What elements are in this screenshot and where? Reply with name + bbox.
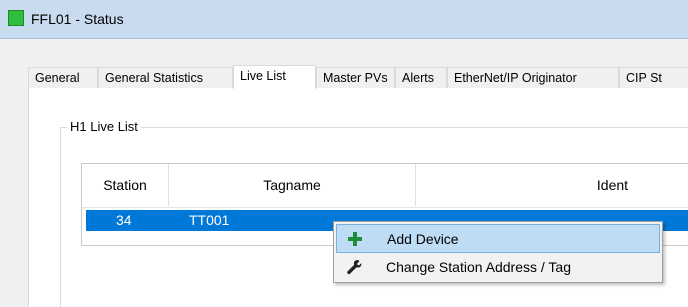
group-title: H1 Live List xyxy=(67,119,141,134)
header-divider xyxy=(82,207,688,208)
tab-live-list[interactable]: Live List xyxy=(233,65,316,89)
tab-general-statistics[interactable]: General Statistics xyxy=(98,67,233,88)
title-bar: FFL01 - Status xyxy=(0,0,688,39)
column-header-ident[interactable]: Ident xyxy=(416,164,688,206)
plus-icon xyxy=(348,232,362,246)
cell-station: 34 xyxy=(116,212,132,228)
tab-cip-st[interactable]: CIP St xyxy=(619,67,688,88)
menu-item-label: Change Station Address / Tag xyxy=(386,259,571,275)
context-menu: Add Device Change Station Address / Tag xyxy=(333,221,663,283)
window-title: FFL01 - Status xyxy=(31,11,124,27)
tab-strip: General General Statistics Live List Mas… xyxy=(28,65,688,89)
cell-tagname: TT001 xyxy=(189,212,230,228)
app-status-icon xyxy=(8,10,24,26)
tab-alerts[interactable]: Alerts xyxy=(395,67,447,88)
menu-item-change-station-address[interactable]: Change Station Address / Tag xyxy=(336,253,660,282)
wrench-icon xyxy=(347,259,362,275)
menu-item-label: Add Device xyxy=(387,231,459,247)
column-header-tagname[interactable]: Tagname xyxy=(169,164,416,206)
tab-general[interactable]: General xyxy=(28,67,98,88)
column-header-station[interactable]: Station xyxy=(82,164,169,206)
tab-master-pvs[interactable]: Master PVs xyxy=(316,67,395,88)
menu-item-add-device[interactable]: Add Device xyxy=(336,224,660,253)
tab-ethernet-ip-originator[interactable]: EtherNet/IP Originator xyxy=(447,67,619,88)
